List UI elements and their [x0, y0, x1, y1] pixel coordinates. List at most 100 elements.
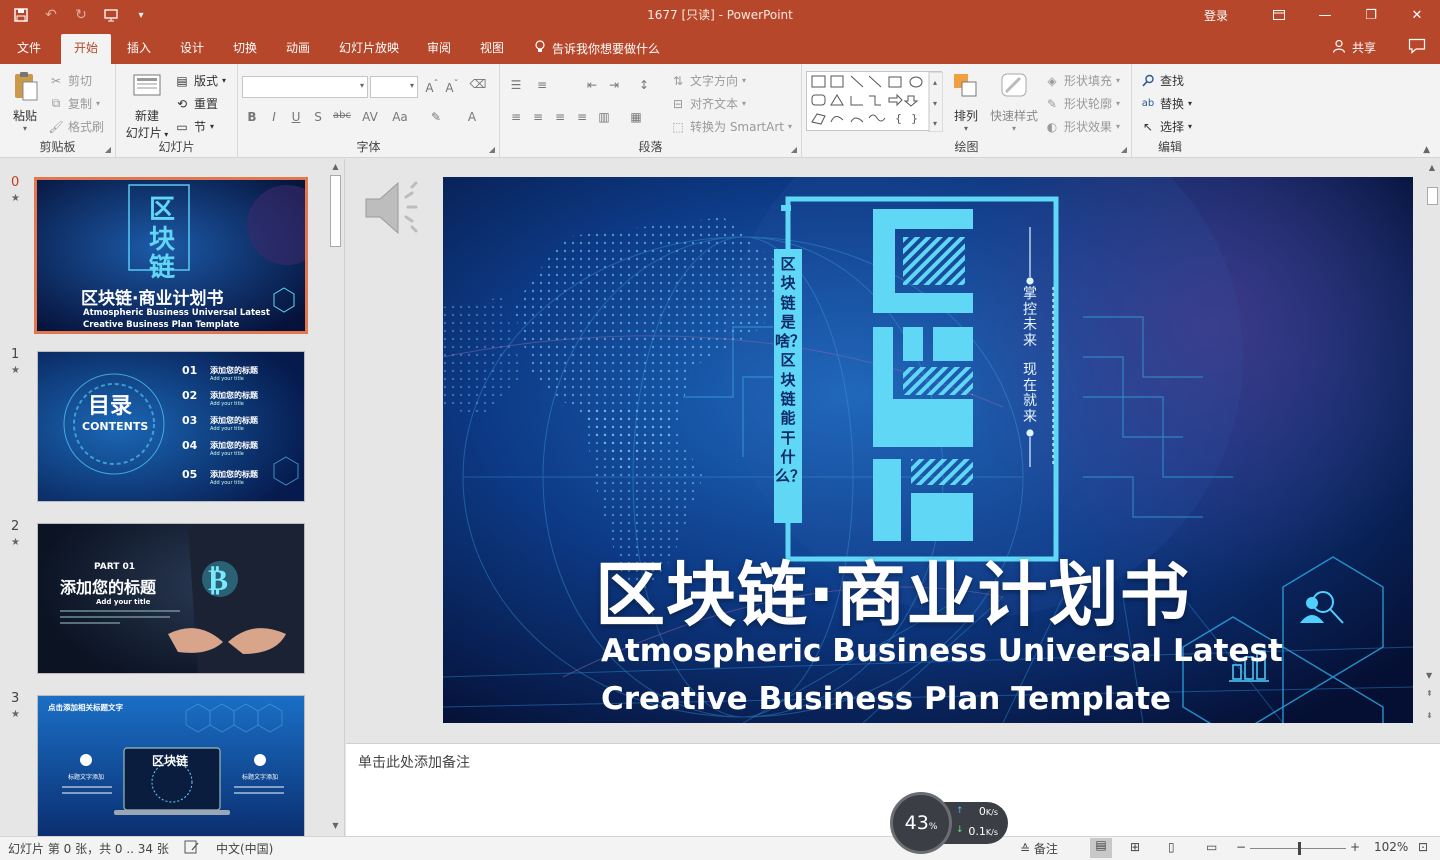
line-spacing-icon[interactable]: ↕	[634, 78, 654, 92]
slide-sorter-icon[interactable]: ⊞	[1130, 840, 1140, 854]
arrange-button[interactable]: 排列 ▾	[948, 70, 984, 133]
grow-font-icon[interactable]: Aˆ	[422, 79, 442, 95]
align-left-icon[interactable]: ≡	[506, 110, 526, 124]
decrease-indent-icon[interactable]: ⇤	[582, 78, 602, 92]
ribbon-display-options-icon[interactable]	[1256, 0, 1302, 30]
tab-insert[interactable]: 插入	[118, 34, 160, 64]
clear-format-icon[interactable]: ⌫	[468, 77, 488, 91]
scroll-up-icon[interactable]: ▲	[327, 159, 344, 175]
comment-icon[interactable]	[1408, 38, 1426, 58]
underline-button[interactable]: U	[286, 110, 306, 124]
previous-slide-icon[interactable]: ⇞	[1426, 689, 1433, 698]
cut-button[interactable]: ✂ 剪切	[48, 72, 92, 89]
scrollbar-thumb[interactable]	[1427, 187, 1438, 205]
tab-review[interactable]: 审阅	[418, 34, 460, 64]
zoom-level[interactable]: 102%	[1374, 840, 1408, 854]
shadow-button[interactable]: S	[308, 110, 328, 124]
font-color-button[interactable]: A	[462, 110, 482, 124]
notes-toggle[interactable]: ≙ 备注	[1020, 840, 1058, 857]
columns-icon[interactable]: ▦	[626, 110, 646, 124]
normal-view-icon[interactable]: ▤	[1090, 838, 1112, 858]
distribute-icon[interactable]: ▥	[594, 110, 614, 124]
login-link[interactable]: 登录	[1204, 7, 1228, 24]
restore-icon[interactable]: ❐	[1348, 0, 1394, 30]
select-button[interactable]: ↖ 选择 ▾	[1140, 118, 1192, 135]
dialog-launcher-icon[interactable]: ◢	[1121, 145, 1127, 154]
group-paragraph: ☰ ≡ ⇤ ⇥ ↕ ⇅ 文字方向 ▾ ⊟ 对齐文本 ▾ ≡ ≡ ≡ ≡ ▥ ▦ ⬚ 转换为…	[500, 64, 802, 158]
font-size-combo[interactable]: ▾	[370, 76, 418, 98]
thumb-2-title: 添加您的标题	[60, 578, 157, 597]
slide-thumbnail-0[interactable]: 区 块 链 区块链·商业计划书 Atmospheric Business Uni…	[34, 177, 308, 334]
change-case-button[interactable]: Aa	[388, 110, 412, 124]
share-button[interactable]: 共享	[1332, 39, 1376, 56]
speaker-icon[interactable]	[362, 177, 426, 242]
reset-button[interactable]: ⟲ 重置	[174, 95, 218, 112]
quick-styles-button[interactable]: 快速样式 ▾	[988, 70, 1040, 133]
tab-slideshow[interactable]: 幻灯片放映	[330, 34, 408, 64]
zoom-out-icon[interactable]: −	[1236, 840, 1246, 854]
align-right-icon[interactable]: ≡	[550, 110, 570, 124]
zoom-in-icon[interactable]: +	[1350, 840, 1360, 854]
scroll-down-icon[interactable]: ▼	[1426, 671, 1432, 680]
reading-view-icon[interactable]: ▯	[1168, 840, 1175, 854]
tab-file[interactable]: 文件	[6, 34, 52, 64]
fit-to-window-icon[interactable]: ⊡	[1418, 840, 1428, 854]
current-slide[interactable]: 区块链是啥？区块链能干什么？ 掌控未来 现在就来 区块链 区块链·商业计划书 A…	[443, 177, 1413, 723]
italic-button[interactable]: I	[264, 110, 284, 124]
network-speed-widget[interactable]: ↑ 0K/s ↓ 0.1K/s 43%	[890, 792, 1012, 854]
char-spacing-button[interactable]: AV	[358, 110, 382, 124]
language-indicator[interactable]: 中文(中国)	[216, 840, 273, 857]
dialog-launcher-icon[interactable]: ◢	[489, 145, 495, 154]
tab-animations[interactable]: 动画	[277, 34, 319, 64]
scroll-up-icon[interactable]: ▲	[1426, 163, 1438, 175]
text-direction-button[interactable]: ⇅ 文字方向 ▾	[670, 72, 746, 89]
dialog-launcher-icon[interactable]: ◢	[791, 145, 797, 154]
spelling-icon[interactable]	[184, 840, 200, 857]
scroll-down-icon[interactable]: ▼	[327, 818, 344, 834]
tell-me-box[interactable]: 告诉我你想要做什么	[534, 40, 660, 57]
collapse-ribbon-icon[interactable]: ▲	[1423, 145, 1430, 155]
format-painter-button[interactable]: 🖌 格式刷	[48, 118, 104, 135]
find-button[interactable]: 查找	[1140, 72, 1184, 89]
slides-pane-scrollbar[interactable]: ▲ ▼	[327, 159, 344, 836]
increase-indent-icon[interactable]: ⇥	[604, 78, 624, 92]
slide-area-scrollbar[interactable]: ▲ ▼ ⇞ ⇟	[1424, 159, 1440, 743]
tab-view[interactable]: 视图	[471, 34, 513, 64]
tab-home[interactable]: 开始	[61, 34, 111, 64]
replace-button[interactable]: ab 替换 ▾	[1140, 95, 1192, 112]
shape-outline-button[interactable]: ✎ 形状轮廓 ▾	[1044, 95, 1120, 112]
shape-effects-button[interactable]: ◐ 形状效果 ▾	[1044, 118, 1120, 135]
convert-smartart-button[interactable]: ⬚ 转换为 SmartArt ▾	[670, 118, 792, 135]
shape-fill-label: 形状填充	[1064, 74, 1113, 88]
highlight-icon[interactable]: ✎	[426, 110, 446, 124]
strikethrough-button[interactable]: abc	[330, 110, 354, 121]
section-button[interactable]: ▭ 节 ▾	[174, 118, 214, 135]
next-slide-icon[interactable]: ⇟	[1426, 711, 1433, 720]
slide-thumbnail-2[interactable]: ₿ PART 01 添加您的标题 Add your title	[37, 523, 305, 674]
shape-fill-button[interactable]: ◈ 形状填充 ▾	[1044, 72, 1120, 89]
minimize-icon[interactable]: —	[1302, 0, 1348, 30]
numbering-icon[interactable]: ≡	[532, 78, 552, 92]
slide-thumbnail-1[interactable]: 目录 CONTENTS 01 添加您的标题 Add your title 02 添加您…	[37, 351, 305, 502]
close-icon[interactable]: ✕	[1394, 0, 1440, 30]
tab-transitions[interactable]: 切换	[224, 34, 266, 64]
scrollbar-thumb[interactable]	[330, 175, 341, 247]
layout-button[interactable]: ▤ 版式 ▾	[174, 72, 226, 89]
tab-design[interactable]: 设计	[171, 34, 213, 64]
new-slide-button[interactable]: 新建 幻灯片 ▾	[120, 70, 174, 141]
align-center-icon[interactable]: ≡	[528, 110, 548, 124]
slideshow-view-icon[interactable]: ▭	[1206, 840, 1217, 854]
justify-icon[interactable]: ≡	[572, 110, 592, 124]
slide-thumbnail-3[interactable]: 点击添加相关标题文字 区块链 标题文字添加 标题文字添加	[37, 695, 305, 836]
zoom-slider-thumb[interactable]	[1297, 842, 1301, 855]
reset-label: 重置	[194, 97, 219, 111]
font-name-combo[interactable]: ▾	[242, 76, 368, 98]
paste-button[interactable]: 粘贴 ▾	[6, 70, 44, 133]
copy-button[interactable]: ⧉ 复制 ▾	[48, 95, 100, 112]
bold-button[interactable]: B	[242, 110, 262, 124]
bullets-icon[interactable]: ☰	[506, 78, 526, 92]
shrink-font-icon[interactable]: Aˇ	[442, 79, 462, 95]
shapes-gallery[interactable]: {} ▴ ▾ ▾	[806, 71, 944, 133]
align-text-button[interactable]: ⊟ 对齐文本 ▾	[670, 95, 746, 112]
dialog-launcher-icon[interactable]: ◢	[105, 145, 111, 154]
